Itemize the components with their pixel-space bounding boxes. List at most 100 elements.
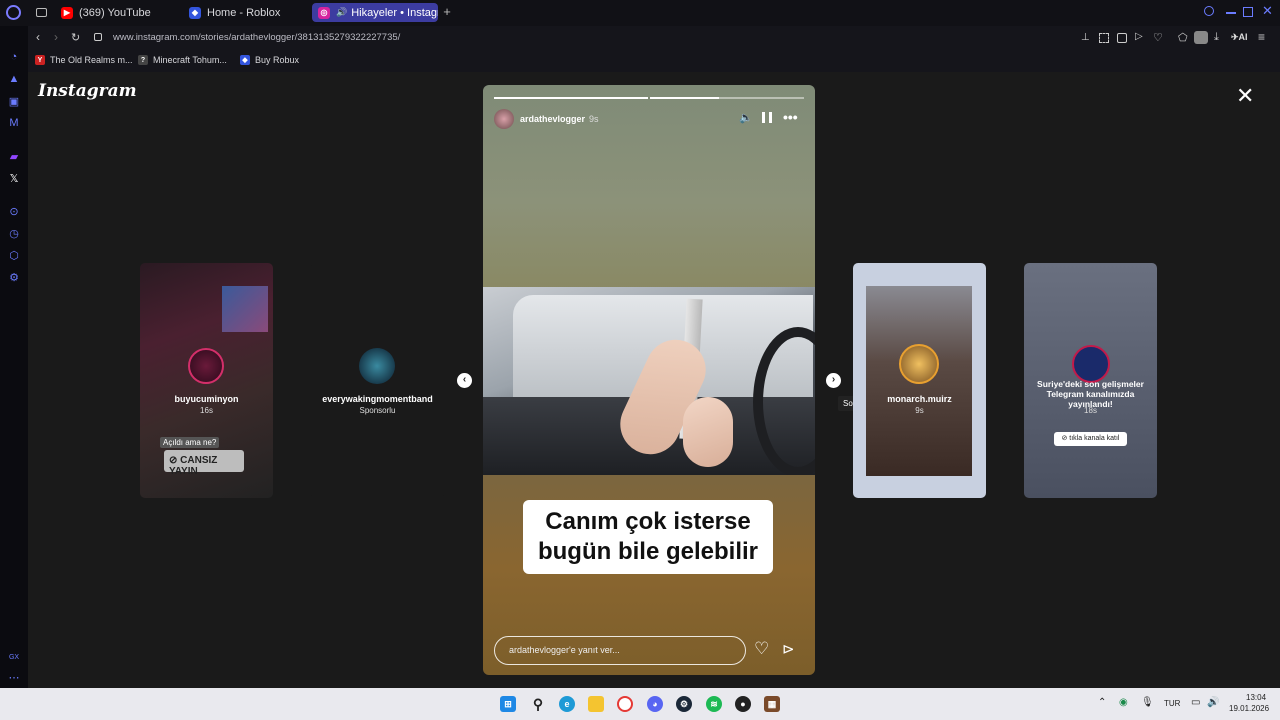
pin-icon[interactable]: ⊥ <box>1081 32 1090 43</box>
ai-button[interactable]: ✈AI <box>1231 32 1248 43</box>
menu-icon[interactable]: ≡ <box>1258 30 1265 44</box>
more-icon[interactable]: ⋯ <box>8 671 20 684</box>
spotify-icon[interactable]: ≋ <box>706 696 722 712</box>
tab-label: (369) YouTube <box>79 6 151 19</box>
opera-gx-icon[interactable] <box>617 696 633 712</box>
story-preview-monarch-muirz[interactable]: monarch.muirz 9s <box>853 263 986 498</box>
close-stories-icon[interactable]: ✕ <box>1236 85 1254 107</box>
player-icon[interactable]: ⊙ <box>8 205 20 218</box>
bookmark-label: The Old Realms m... <box>50 55 133 65</box>
avatar <box>1072 345 1110 383</box>
opera-logo-icon[interactable] <box>6 5 21 20</box>
steam-icon[interactable]: ⚙ <box>676 696 692 712</box>
story-username: monarch.muirz <box>887 394 952 404</box>
instagram-icon: ◎ <box>318 6 330 19</box>
tray-overflow-icon[interactable]: ⌃ <box>1098 697 1106 708</box>
search-icon[interactable]: ⚲ <box>530 696 546 712</box>
history-icon[interactable]: ◷ <box>8 227 20 240</box>
bookmark-minecraft[interactable]: ? Minecraft Tohum... <box>138 55 227 65</box>
minimize-icon[interactable] <box>1226 12 1236 14</box>
pause-icon[interactable] <box>762 112 772 123</box>
close-window-icon[interactable]: ✕ <box>1262 4 1274 18</box>
search-icon[interactable] <box>1204 6 1214 16</box>
bookmark-label: Minecraft Tohum... <box>153 55 227 65</box>
microphone-icon[interactable]: 🎙 <box>1141 697 1154 708</box>
volume-icon[interactable]: 🔊 <box>1207 697 1219 708</box>
story-username: everywakingmomentband <box>322 394 433 404</box>
lock-icon <box>94 33 102 41</box>
back-icon[interactable]: ‹ <box>36 30 40 44</box>
clock-time[interactable]: 13:04 <box>1246 693 1266 702</box>
instagram-logo[interactable]: Instagram <box>38 81 137 101</box>
previous-story-button[interactable]: ‹ <box>457 373 472 388</box>
story-avatar[interactable] <box>494 109 514 129</box>
story-preview-buyucuminyon[interactable]: buyucuminyon 16s Açıldı ama ne? ⊘ CANSIZ… <box>140 263 273 498</box>
youtube-icon: ▶ <box>61 6 73 19</box>
active-story[interactable]: ardathevlogger 9s 🔈 ••• Canım çok isters… <box>483 85 815 675</box>
settings-icon[interactable]: ⚙ <box>8 271 20 284</box>
more-options-icon[interactable]: ••• <box>783 109 798 125</box>
share-icon[interactable]: ⊳ <box>782 641 795 659</box>
messenger-icon[interactable]: ▣ <box>8 95 20 108</box>
telegram-button-label: tıkla kanala katıl <box>1069 435 1120 442</box>
speed-dial-icon[interactable]: ◔ <box>8 51 20 63</box>
story-username[interactable]: ardathevlogger <box>520 114 585 124</box>
tab-instagram[interactable]: ◎ 🔊 Hikayeler • Instagram <box>312 3 438 22</box>
discord-icon[interactable]: ◕ <box>647 696 663 712</box>
seed-icon: ? <box>138 55 148 65</box>
roblox-icon: ◆ <box>240 55 250 65</box>
minecraft-icon[interactable]: ▦ <box>764 696 780 712</box>
story-time: 9s <box>589 114 599 124</box>
like-icon[interactable]: ♡ <box>754 640 769 658</box>
language-indicator[interactable]: TUR <box>1164 699 1180 708</box>
reply-input[interactable]: ardathevlogger'e yanıt ver... <box>494 636 746 665</box>
file-explorer-icon[interactable] <box>588 696 604 712</box>
next-story-button[interactable]: › <box>826 373 841 388</box>
twitch-icon[interactable]: ▰ <box>8 150 20 163</box>
telegram-button: ⊘ tıkla kanala katıl <box>1054 432 1127 446</box>
heart-icon[interactable]: ♡ <box>1153 31 1163 44</box>
bag-icon[interactable]: ▲ <box>8 73 20 85</box>
extensions-icon[interactable]: ⬡ <box>8 249 20 262</box>
tab-label: Home - Roblox <box>207 6 281 19</box>
reload-icon[interactable]: ↻ <box>71 31 80 44</box>
speaker-icon[interactable]: 🔊 <box>336 7 347 18</box>
network-globe-icon[interactable]: ◉ <box>1119 697 1128 708</box>
story-preview-everywakingmomentband[interactable]: everywakingmomentband Sponsorlu <box>311 263 444 498</box>
tab-manager-icon[interactable] <box>36 8 47 17</box>
snapshot-icon[interactable] <box>1099 33 1109 43</box>
story-sponsored: Sponsorlu <box>359 406 396 415</box>
mute-icon[interactable]: 🔈 <box>739 111 753 124</box>
profile-icon[interactable] <box>1194 31 1208 44</box>
new-tab-button[interactable]: + <box>441 5 453 19</box>
windows-start-icon[interactable]: ⊞ <box>500 696 516 712</box>
gx-label[interactable]: GX <box>7 651 21 663</box>
download-icon[interactable]: ⤓ <box>1214 31 1219 44</box>
story-time: 18s <box>1084 406 1097 415</box>
mail-icon[interactable]: M <box>8 117 20 129</box>
y-icon: Y <box>35 55 45 65</box>
overlay-question: Açıldı ama ne? <box>160 437 220 448</box>
app-icon[interactable]: ● <box>735 696 751 712</box>
bookmark-old-realms[interactable]: Y The Old Realms m... <box>35 55 133 65</box>
restore-icon[interactable] <box>1243 7 1253 17</box>
bookmark-robux[interactable]: ◆ Buy Robux <box>240 55 299 65</box>
story-preview-sonrabi[interactable]: Suriye'deki son gelişmeler Telegram kana… <box>1024 263 1157 498</box>
tab-label: Hikayeler • Instagram <box>351 6 438 19</box>
forward-icon[interactable]: › <box>54 30 58 44</box>
shield-icon[interactable] <box>1117 33 1127 43</box>
overlay-button-label: CANSIZ YAYIN <box>169 455 218 477</box>
roblox-icon: ◆ <box>189 6 201 19</box>
edge-icon[interactable]: e <box>559 696 575 712</box>
play-icon[interactable]: ▷ <box>1135 31 1143 42</box>
tab-youtube[interactable]: ▶ (369) YouTube <box>55 3 180 22</box>
clock-date[interactable]: 19.01.2026 <box>1229 704 1269 713</box>
tab-roblox[interactable]: ◆ Home - Roblox <box>183 3 308 22</box>
preview-thumbnail <box>222 286 268 332</box>
avatar <box>188 348 224 384</box>
display-icon[interactable]: ▭ <box>1191 697 1200 708</box>
x-icon[interactable]: 𝕏 <box>8 172 20 185</box>
puzzle-icon[interactable]: ⬠ <box>1178 31 1188 44</box>
caption-line: Canım çok isterse <box>545 508 751 535</box>
url-field[interactable]: www.instagram.com/stories/ardathevlogger… <box>113 32 400 43</box>
